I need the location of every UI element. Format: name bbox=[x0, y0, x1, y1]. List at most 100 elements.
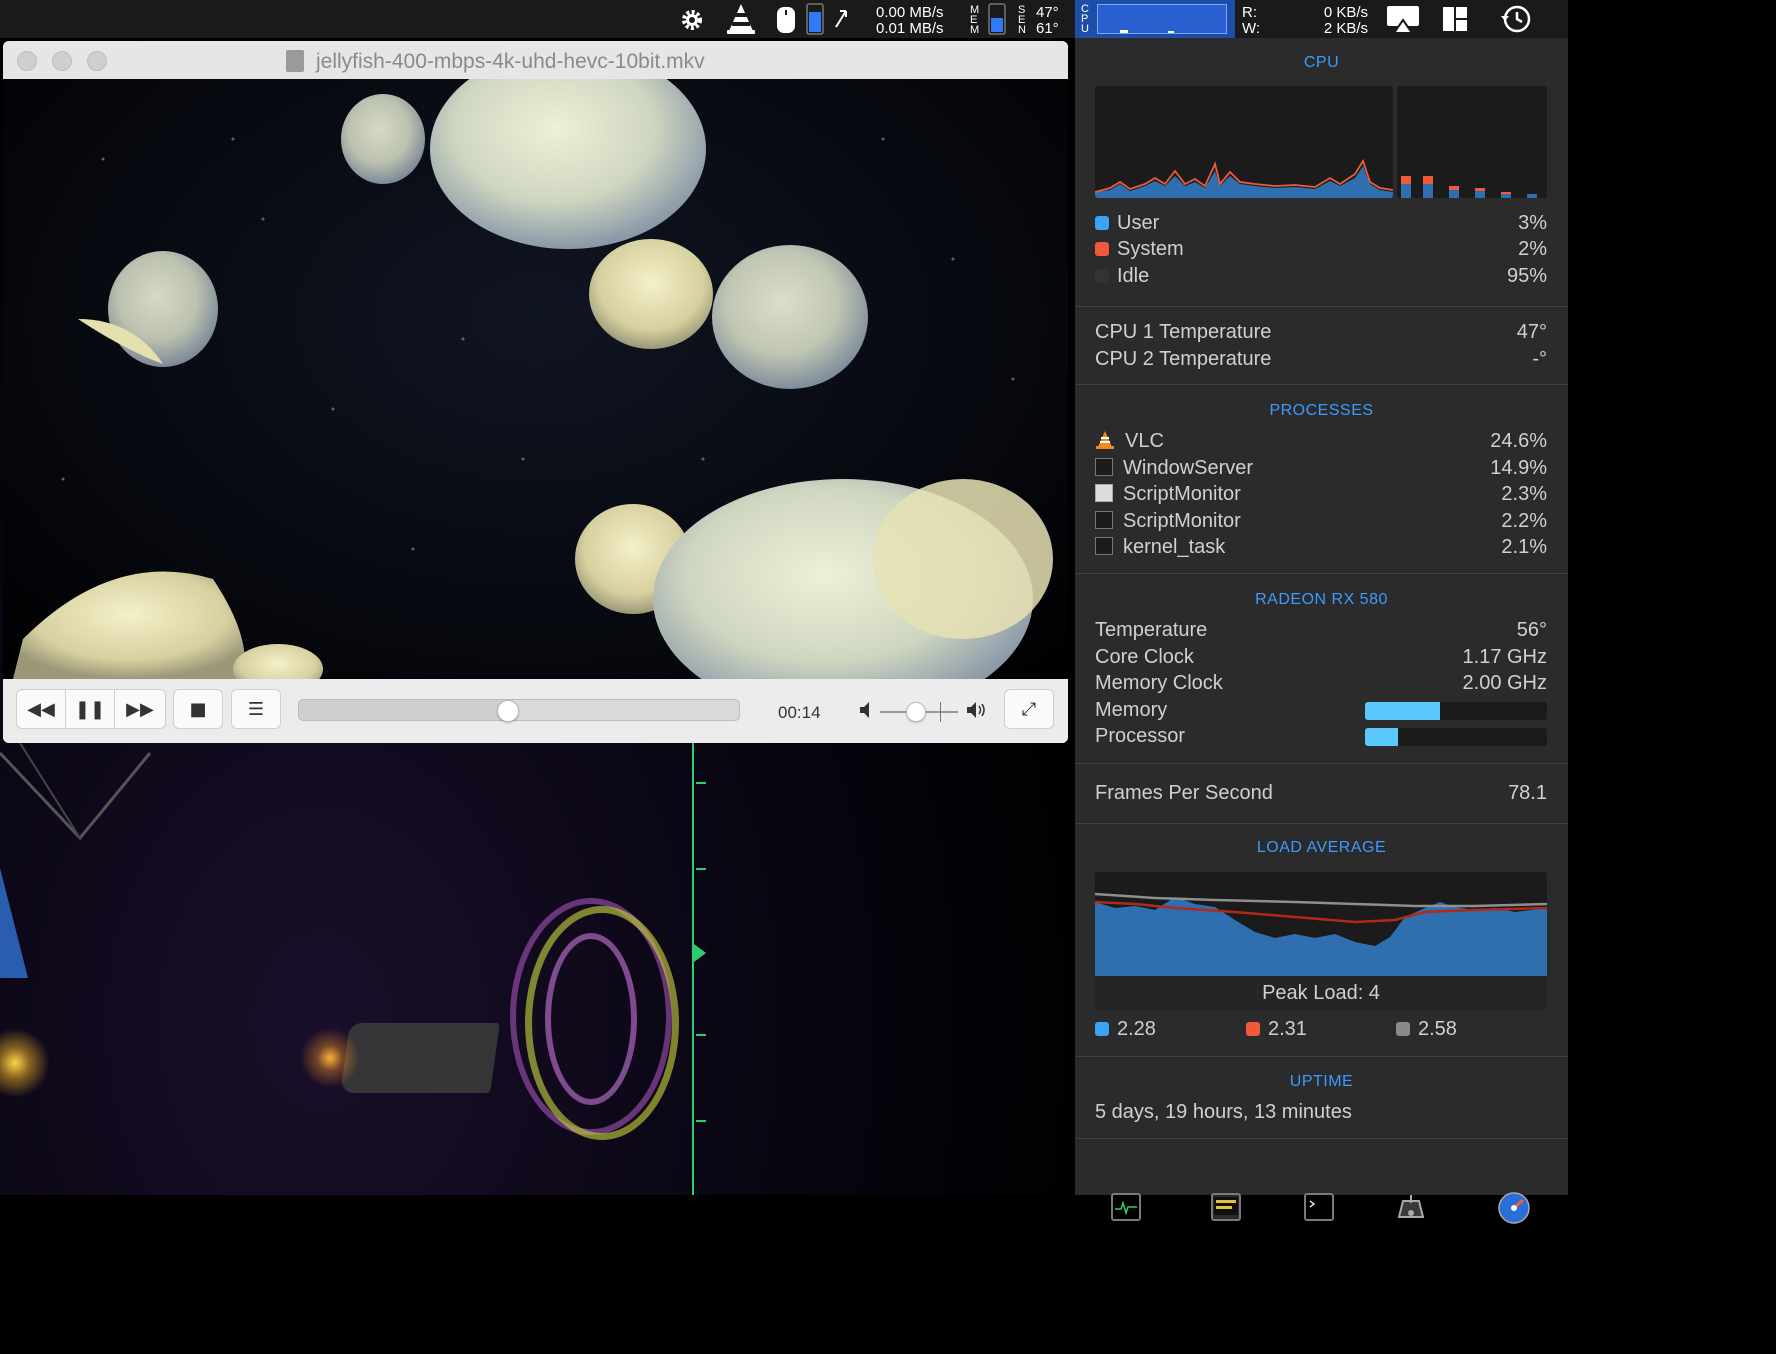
network-download-rate: 0.01 MB/s bbox=[876, 20, 944, 37]
fps-row: Frames Per Second 78.1 bbox=[1095, 782, 1547, 805]
airplay-display-icon[interactable] bbox=[1386, 4, 1420, 34]
pause-button[interactable]: ❚❚ bbox=[65, 689, 115, 729]
minimize-button[interactable] bbox=[52, 51, 72, 71]
system-information-icon[interactable] bbox=[1497, 1191, 1531, 1225]
battery-level-icon bbox=[806, 3, 824, 35]
cpu-system-label: System bbox=[1117, 238, 1184, 260]
gpu-core-clock-row: Core Clock 1.17 GHz bbox=[1095, 646, 1547, 669]
close-button[interactable] bbox=[17, 51, 37, 71]
seek-knob[interactable] bbox=[496, 700, 519, 722]
desktop-glow-mid bbox=[300, 1028, 360, 1088]
divider bbox=[1075, 1056, 1568, 1057]
process-cpu-value: 24.6% bbox=[1490, 430, 1547, 452]
console-warning-icon[interactable] bbox=[1211, 1193, 1241, 1221]
load-1min: 2.28 bbox=[1095, 1018, 1235, 1041]
mouse-battery-icon[interactable] bbox=[776, 6, 796, 34]
divider bbox=[1075, 1138, 1568, 1139]
playlist-button[interactable]: ☰ bbox=[231, 689, 281, 729]
fps-value: 78.1 bbox=[1508, 782, 1547, 804]
gpu-memory-clock-row: Memory Clock 2.00 GHz bbox=[1095, 672, 1547, 695]
cpu-user-row: User 3% bbox=[1095, 212, 1547, 235]
terminal-icon bbox=[1095, 511, 1113, 529]
disk-utility-icon[interactable] bbox=[1395, 1193, 1427, 1223]
menu-bar: 0.00 MB/s 0.01 MB/s MEM SEN 47° 61° CPU … bbox=[0, 0, 1568, 38]
process-row[interactable]: ScriptMonitor 2.3% bbox=[1095, 483, 1547, 506]
cpu-menu-label: CPU bbox=[1081, 3, 1089, 35]
stop-button[interactable]: ■ bbox=[173, 689, 223, 729]
rewind-button[interactable]: ◀◀ bbox=[16, 689, 66, 729]
time-machine-icon[interactable] bbox=[1500, 4, 1532, 34]
volume-mute-icon[interactable] bbox=[858, 701, 874, 719]
load-1min-value: 2.28 bbox=[1117, 1018, 1156, 1040]
gpu-memory-bar bbox=[1365, 702, 1547, 720]
load-1min-color-chip bbox=[1095, 1022, 1109, 1036]
playback-time: 00:14 bbox=[778, 703, 821, 722]
desktop-green-tick bbox=[696, 782, 706, 784]
desktop-green-arrow bbox=[694, 944, 706, 962]
window-layout-icon[interactable] bbox=[1442, 6, 1468, 32]
disk-write-label: W: bbox=[1242, 20, 1261, 37]
gear-icon[interactable] bbox=[678, 6, 706, 34]
fps-label: Frames Per Second bbox=[1095, 782, 1273, 804]
cpu-system-value: 2% bbox=[1518, 238, 1547, 260]
cpu-mini-graph bbox=[1097, 4, 1227, 34]
vlc-cone-icon bbox=[1096, 431, 1114, 449]
sensor-temp-2: 61° bbox=[1036, 20, 1059, 37]
sensors-label: SEN bbox=[1018, 4, 1026, 36]
seek-bar[interactable] bbox=[298, 699, 740, 722]
gpu-temp-label: Temperature bbox=[1095, 619, 1208, 641]
video-file-icon bbox=[286, 50, 304, 72]
fullscreen-button[interactable]: ⤢ bbox=[1004, 689, 1054, 729]
cpu1-temp-value: 47° bbox=[1516, 321, 1547, 343]
process-cpu-value: 14.9% bbox=[1490, 457, 1547, 479]
cpu-menu-item[interactable]: CPU bbox=[1075, 0, 1235, 38]
load-5min: 2.31 bbox=[1246, 1018, 1386, 1041]
load-section-title: LOAD AVERAGE bbox=[1256, 839, 1387, 856]
vlc-titlebar[interactable]: jellyfish-400-mbps-4k-uhd-hevc-10bit.mkv bbox=[3, 41, 1068, 80]
desktop-glow-left bbox=[0, 1028, 50, 1098]
process-row[interactable]: VLC 24.6% bbox=[1095, 430, 1547, 453]
gpu-processor-label: Processor bbox=[1095, 725, 1186, 747]
video-frame[interactable] bbox=[3, 79, 1068, 679]
process-cpu-value: 2.1% bbox=[1501, 536, 1547, 558]
terminal-icon[interactable] bbox=[1304, 1193, 1334, 1221]
memory-usage-bar[interactable] bbox=[988, 3, 1006, 35]
process-cpu-value: 2.3% bbox=[1501, 483, 1547, 505]
load-average-graph: Peak Load: 4 bbox=[1095, 872, 1547, 1010]
gpu-processor-bar bbox=[1365, 728, 1547, 746]
gpu-memory-clock-value: 2.00 GHz bbox=[1462, 672, 1547, 694]
gpu-processor-bar-fill bbox=[1365, 728, 1398, 746]
window-title: jellyfish-400-mbps-4k-uhd-hevc-10bit.mkv bbox=[316, 50, 705, 73]
volume-knob[interactable] bbox=[906, 702, 927, 722]
zoom-button[interactable] bbox=[87, 51, 107, 71]
process-row[interactable]: ScriptMonitor 2.2% bbox=[1095, 510, 1547, 533]
script-icon bbox=[1095, 484, 1113, 502]
desktop-green-tick bbox=[696, 1034, 706, 1036]
cpu-system-row: System 2% bbox=[1095, 238, 1547, 261]
load-5min-value: 2.31 bbox=[1268, 1018, 1307, 1040]
gpu-core-clock-value: 1.17 GHz bbox=[1462, 646, 1547, 668]
desktop-green-tick bbox=[696, 1120, 706, 1122]
uptime-section-title: UPTIME bbox=[1289, 1073, 1354, 1090]
cpu-idle-value: 95% bbox=[1506, 265, 1547, 287]
gpu-memory-clock-label: Memory Clock bbox=[1095, 672, 1223, 694]
process-name: WindowServer bbox=[1123, 457, 1254, 479]
terminal-icon bbox=[1095, 537, 1113, 555]
process-row[interactable]: WindowServer 14.9% bbox=[1095, 457, 1547, 480]
process-name: ScriptMonitor bbox=[1123, 483, 1241, 505]
cpu1-temp-label: CPU 1 Temperature bbox=[1095, 321, 1272, 343]
divider bbox=[1075, 823, 1568, 824]
volume-slider[interactable] bbox=[880, 702, 958, 722]
cpu2-temp-label: CPU 2 Temperature bbox=[1095, 348, 1272, 370]
processes-section-title: PROCESSES bbox=[1269, 402, 1374, 419]
activity-monitor-icon[interactable] bbox=[1111, 1193, 1141, 1221]
cpu-user-label: User bbox=[1117, 212, 1160, 234]
process-row[interactable]: kernel_task 2.1% bbox=[1095, 536, 1547, 559]
playback-controls: ◀◀ ❚❚ ▶▶ ■ ☰ 00:14 ⤢ bbox=[3, 679, 1068, 743]
peak-load-label: Peak Load: 4 bbox=[1095, 976, 1547, 1010]
vlc-window: jellyfish-400-mbps-4k-uhd-hevc-10bit.mkv bbox=[3, 41, 1068, 743]
volume-max-icon[interactable] bbox=[965, 701, 989, 719]
cpu1-temp-row: CPU 1 Temperature 47° bbox=[1095, 321, 1547, 344]
fast-forward-button[interactable]: ▶▶ bbox=[114, 689, 166, 729]
vlc-cone-icon[interactable] bbox=[726, 3, 756, 35]
